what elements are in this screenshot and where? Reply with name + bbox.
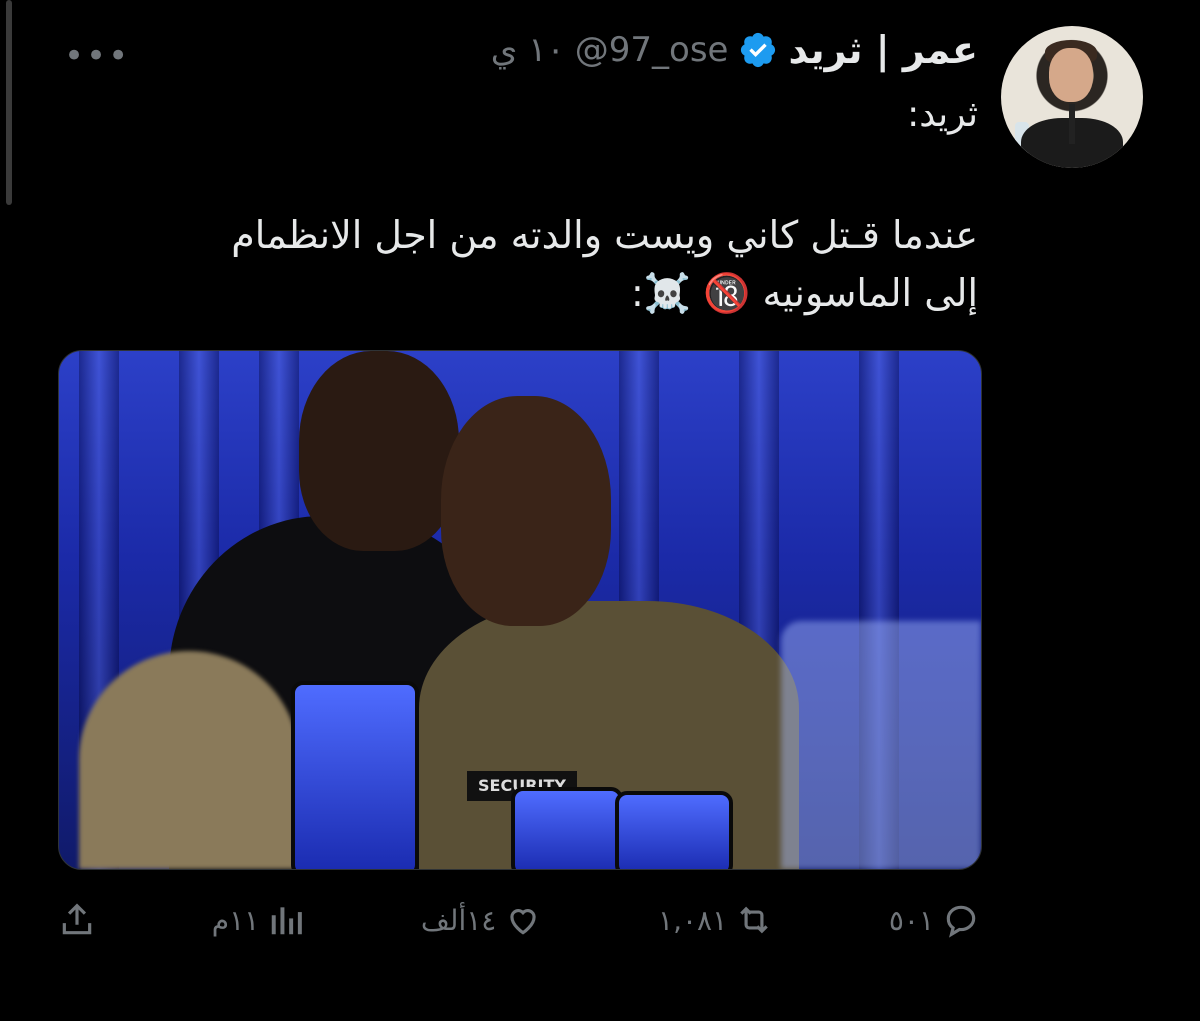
more-options-icon[interactable]: ••• bbox=[64, 36, 130, 76]
share-button[interactable] bbox=[58, 901, 96, 939]
background-person-head bbox=[299, 351, 459, 551]
verified-badge-icon bbox=[741, 32, 776, 68]
retweets-count: ١,٠٨١ bbox=[658, 903, 728, 937]
avatar[interactable] bbox=[1001, 26, 1143, 168]
avatar-face bbox=[1049, 48, 1093, 102]
tweet-text-line-2: إلى الماسونيه 🔞 ☠️: bbox=[630, 271, 978, 315]
replies-count: ٥٠١ bbox=[888, 903, 934, 937]
reply-button[interactable]: ٥٠١ bbox=[889, 901, 980, 939]
analytics-icon bbox=[271, 907, 303, 935]
reply-icon bbox=[946, 905, 976, 938]
like-button[interactable]: ١٤ألف bbox=[421, 901, 542, 939]
crowd-head bbox=[79, 651, 299, 869]
tweet-header: عمر | ثريد @97_ose ١٠ ي bbox=[491, 22, 978, 78]
retweet-icon bbox=[740, 906, 768, 934]
blurred-crowd bbox=[781, 621, 981, 869]
display-name[interactable]: عمر | ثريد bbox=[788, 28, 978, 72]
crowd-phone bbox=[615, 791, 733, 869]
share-icon bbox=[62, 903, 92, 935]
crowd-phone bbox=[291, 681, 419, 869]
tweet-time[interactable]: ١٠ ي bbox=[491, 30, 565, 70]
tweet-text-line-1: عندما قـتل كاني ويست والدته من اجل الانظ… bbox=[231, 213, 978, 257]
heart-icon bbox=[510, 909, 536, 935]
avatar-microphone bbox=[1069, 104, 1075, 144]
views-count: ١١م bbox=[211, 903, 260, 937]
main-person-head bbox=[441, 396, 611, 626]
likes-count: ١٤ألف bbox=[420, 903, 497, 937]
tweet-text: عندما قـتل كاني ويست والدته من اجل الانظ… bbox=[78, 206, 978, 322]
crowd-phone bbox=[511, 787, 623, 869]
thread-label: ثريد: bbox=[907, 94, 978, 135]
views-button[interactable]: ١١م bbox=[212, 901, 305, 939]
tweet-actions: ١١م ١٤ألف ١,٠٨١ ٥٠١ bbox=[58, 890, 980, 950]
tweet[interactable]: عمر | ثريد @97_ose ١٠ ي ••• ثريد: عندما … bbox=[0, 0, 1200, 1021]
retweet-button[interactable]: ١,٠٨١ bbox=[658, 901, 773, 939]
tweet-image[interactable]: SECURITY bbox=[58, 350, 982, 870]
user-handle[interactable]: @97_ose bbox=[575, 30, 729, 70]
